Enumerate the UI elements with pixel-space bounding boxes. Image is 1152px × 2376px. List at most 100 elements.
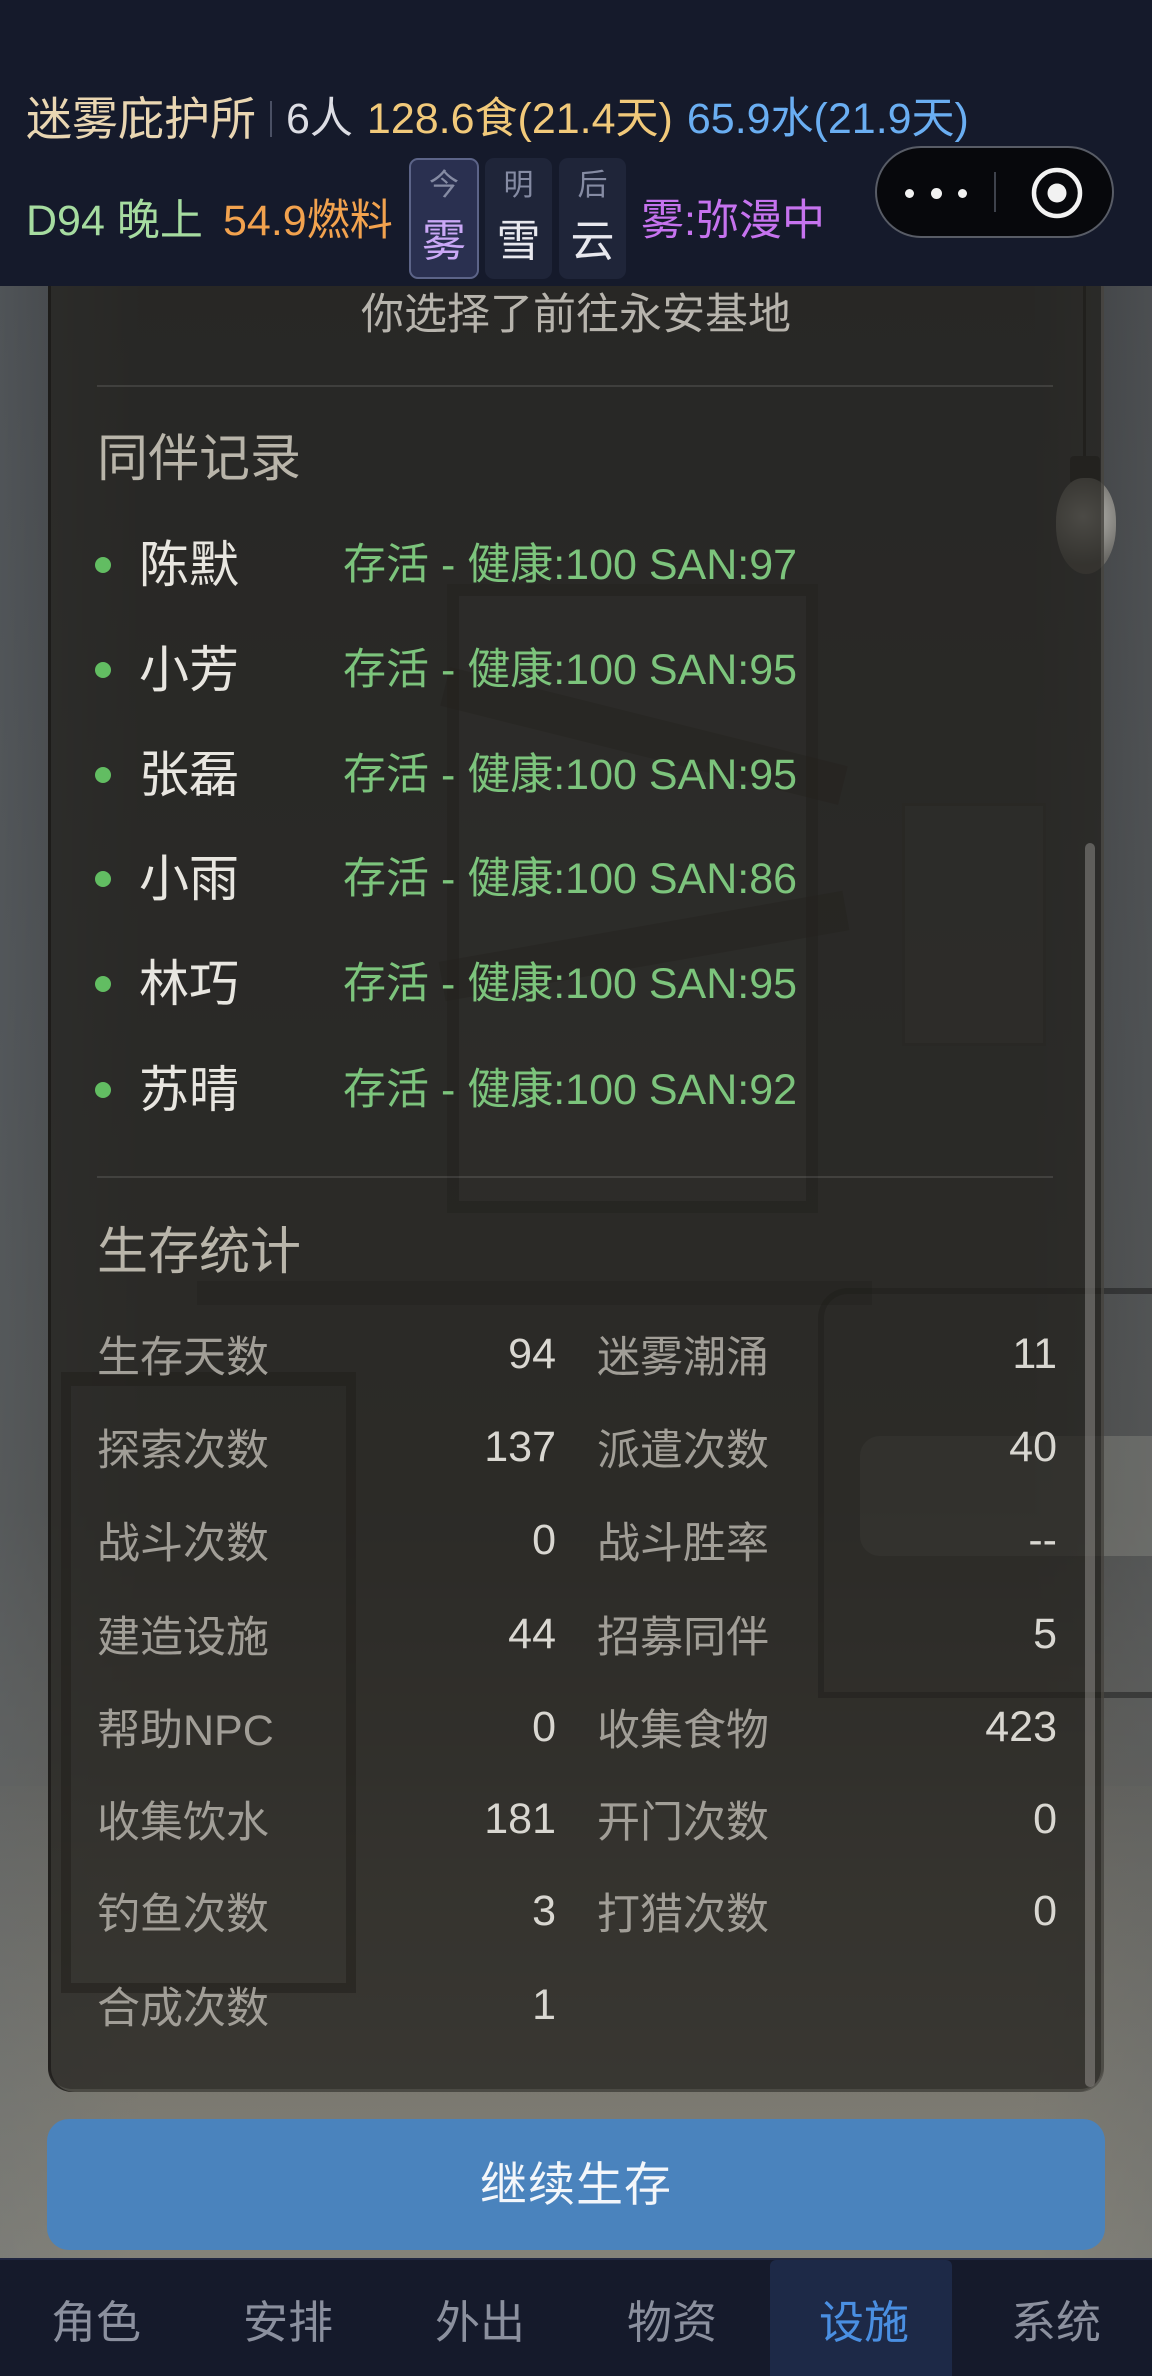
status-dot-icon: [95, 1082, 111, 1098]
stat-item: 生存天数 94: [97, 1324, 556, 1384]
forecast-weather: 雾: [422, 217, 466, 266]
stat-item: 探索次数 137: [97, 1417, 556, 1477]
stat-item: 招募同伴 5: [597, 1604, 1057, 1664]
stats-row: 战斗次数 0 战斗胜率 --: [48, 1510, 1104, 1570]
companion-name: 苏晴: [139, 1062, 239, 1118]
stats-row: 钓鱼次数 3 打猎次数 0: [48, 1881, 1104, 1941]
stat-label: 合成次数: [97, 1985, 269, 2033]
shelter-title: 迷雾庇护所: [26, 93, 256, 145]
stats-heading: 生存统计: [97, 1223, 302, 1280]
stats-row: 建造设施 44 招募同伴 5: [48, 1604, 1104, 1664]
continue-button[interactable]: 继续生存: [47, 2119, 1105, 2250]
tab-label: 外出: [434, 2296, 525, 2348]
forecast-tomorrow: 明 雪: [485, 158, 552, 279]
stat-label: 迷雾潮涌: [597, 1334, 769, 1382]
stat-label: 招募同伴: [597, 1614, 769, 1662]
water-stock: 65.9水(21.9天): [686, 95, 969, 143]
tab-arrange[interactable]: 安排: [192, 2260, 384, 2376]
companion-row: 小雨 存活 - 健康:100 SAN:86: [48, 844, 1104, 914]
companion-name: 小芳: [139, 642, 239, 698]
stat-value: 0: [532, 1515, 556, 1564]
stat-value: 40: [1009, 1422, 1057, 1471]
status-dot-icon: [95, 976, 111, 992]
stat-value: 1: [532, 1980, 556, 2029]
stat-item: 建造设施 44: [97, 1604, 556, 1664]
header-divider: [270, 101, 272, 137]
status-dot-icon: [95, 871, 111, 887]
stat-value: 0: [532, 1702, 556, 1751]
stat-item: 战斗次数 0: [97, 1510, 556, 1570]
companion-name: 陈默: [139, 537, 239, 593]
tab-outing[interactable]: 外出: [384, 2260, 576, 2376]
companion-name: 小雨: [139, 851, 239, 907]
stat-item: 帮助NPC 0: [97, 1697, 556, 1757]
day-time: D94 晚上: [26, 197, 203, 245]
stat-item: 收集饮水 181: [97, 1789, 556, 1849]
tab-character[interactable]: 角色: [0, 2260, 192, 2376]
stat-item: 合成次数 1: [97, 1975, 556, 2035]
stats-row: 帮助NPC 0 收集食物 423: [48, 1697, 1104, 1757]
tab-supplies[interactable]: 物资: [576, 2260, 768, 2376]
stat-label: 开门次数: [597, 1799, 769, 1847]
stat-label: 建造设施: [97, 1614, 269, 1662]
tab-label: 系统: [1010, 2296, 1101, 2348]
resource-row: 迷雾庇护所 6人 128.6食(21.4天) 65.9水(21.9天): [26, 92, 969, 146]
bottom-tab-bar: 角色 安排 外出 物资 设施 系统: [0, 2258, 1152, 2376]
stats-row: 生存天数 94 迷雾潮涌 11: [48, 1324, 1104, 1384]
stat-label: 探索次数: [97, 1427, 269, 1475]
stat-value: 11: [1012, 1329, 1057, 1378]
panel-scrollbar[interactable]: [1085, 843, 1095, 2087]
stat-label: 派遣次数: [597, 1427, 769, 1475]
tab-label: 设施: [818, 2296, 909, 2348]
companion-status: 存活 - 健康:100 SAN:95: [343, 646, 798, 694]
status-dot-icon: [95, 557, 111, 573]
forecast-today: 今 雾: [409, 158, 479, 279]
dot: [958, 188, 967, 198]
forecast-day-after: 后 云: [559, 158, 626, 279]
choice-text: 你选择了前往永安基地: [361, 291, 791, 339]
stat-value: 94: [508, 1329, 556, 1378]
stat-item: 派遣次数 40: [597, 1417, 1057, 1477]
mini-program-capsule: [875, 146, 1114, 238]
stat-label: 钓鱼次数: [97, 1891, 269, 1939]
stat-value: 5: [1033, 1609, 1057, 1658]
status-dot-icon: [95, 767, 111, 783]
companions-heading: 同伴记录: [97, 430, 302, 487]
stat-item: 收集食物 423: [597, 1697, 1057, 1757]
companion-status: 存活 - 健康:100 SAN:97: [343, 541, 798, 589]
forecast-weather: 雪: [496, 217, 541, 266]
stat-item: 打猎次数 0: [597, 1881, 1057, 1941]
status-dot-icon: [95, 662, 111, 678]
stat-label: 帮助NPC: [97, 1707, 274, 1755]
dot: [930, 187, 942, 199]
companion-row: 小芳 存活 - 健康:100 SAN:95: [48, 635, 1104, 705]
more-dots-icon[interactable]: [905, 182, 967, 204]
status-header: 迷雾庇护所 6人 128.6食(21.4天) 65.9水(21.9天) D94 …: [0, 0, 1152, 286]
companion-status: 存活 - 健康:100 SAN:86: [343, 855, 798, 903]
companion-row: 张磊 存活 - 健康:100 SAN:95: [48, 740, 1104, 810]
stat-label: 收集食物: [597, 1707, 769, 1755]
stats-row: 探索次数 137 派遣次数 40: [48, 1417, 1104, 1477]
results-panel[interactable]: 你选择了前往永安基地 同伴记录 陈默 存活 - 健康:100 SAN:97 小芳…: [48, 286, 1104, 2092]
stat-item: 开门次数 0: [597, 1789, 1057, 1849]
stat-value: 3: [532, 1886, 556, 1935]
companion-name: 张磊: [139, 747, 239, 803]
stats-row: 合成次数 1: [48, 1975, 1104, 2035]
forecast-day-label: 今: [429, 169, 459, 202]
section-divider: [97, 385, 1053, 387]
stat-label: 战斗胜率: [597, 1520, 769, 1568]
stat-label: 收集饮水: [97, 1799, 269, 1847]
stat-value: 44: [508, 1609, 556, 1658]
stat-item: 钓鱼次数 3: [97, 1881, 556, 1941]
stat-value: 423: [985, 1702, 1057, 1751]
tab-facilities[interactable]: 设施: [768, 2260, 960, 2376]
target-circle-icon[interactable]: [1030, 166, 1084, 220]
stat-value: 181: [484, 1794, 556, 1843]
tab-label: 安排: [242, 2296, 333, 2348]
tab-label: 物资: [626, 2296, 717, 2348]
tab-system[interactable]: 系统: [960, 2260, 1152, 2376]
companion-name: 林巧: [139, 956, 239, 1012]
population-count: 6人: [286, 95, 353, 143]
fog-status: 雾:弥漫中: [641, 197, 825, 245]
tab-label: 角色: [50, 2296, 141, 2348]
